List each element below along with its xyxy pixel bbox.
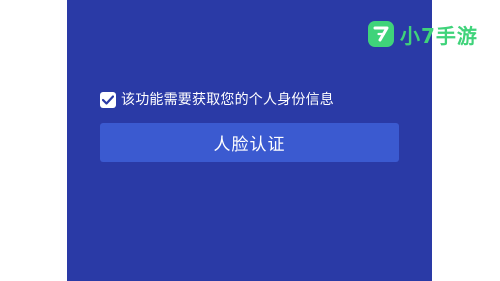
face-verification-button[interactable]: 人脸认证 [100, 123, 399, 162]
checkmark-icon [102, 95, 114, 105]
consent-label: 该功能需要获取您的个人身份信息 [121, 92, 334, 108]
brand-name: 小7手游 [400, 23, 478, 48]
seven-logo-icon [368, 21, 394, 47]
consent-checkbox[interactable] [100, 92, 116, 108]
page: 该功能需要获取您的个人身份信息 人脸认证 小7手游 [0, 0, 500, 281]
brand-watermark: 小7手游 [368, 17, 478, 51]
consent-row[interactable]: 该功能需要获取您的个人身份信息 [100, 90, 334, 110]
